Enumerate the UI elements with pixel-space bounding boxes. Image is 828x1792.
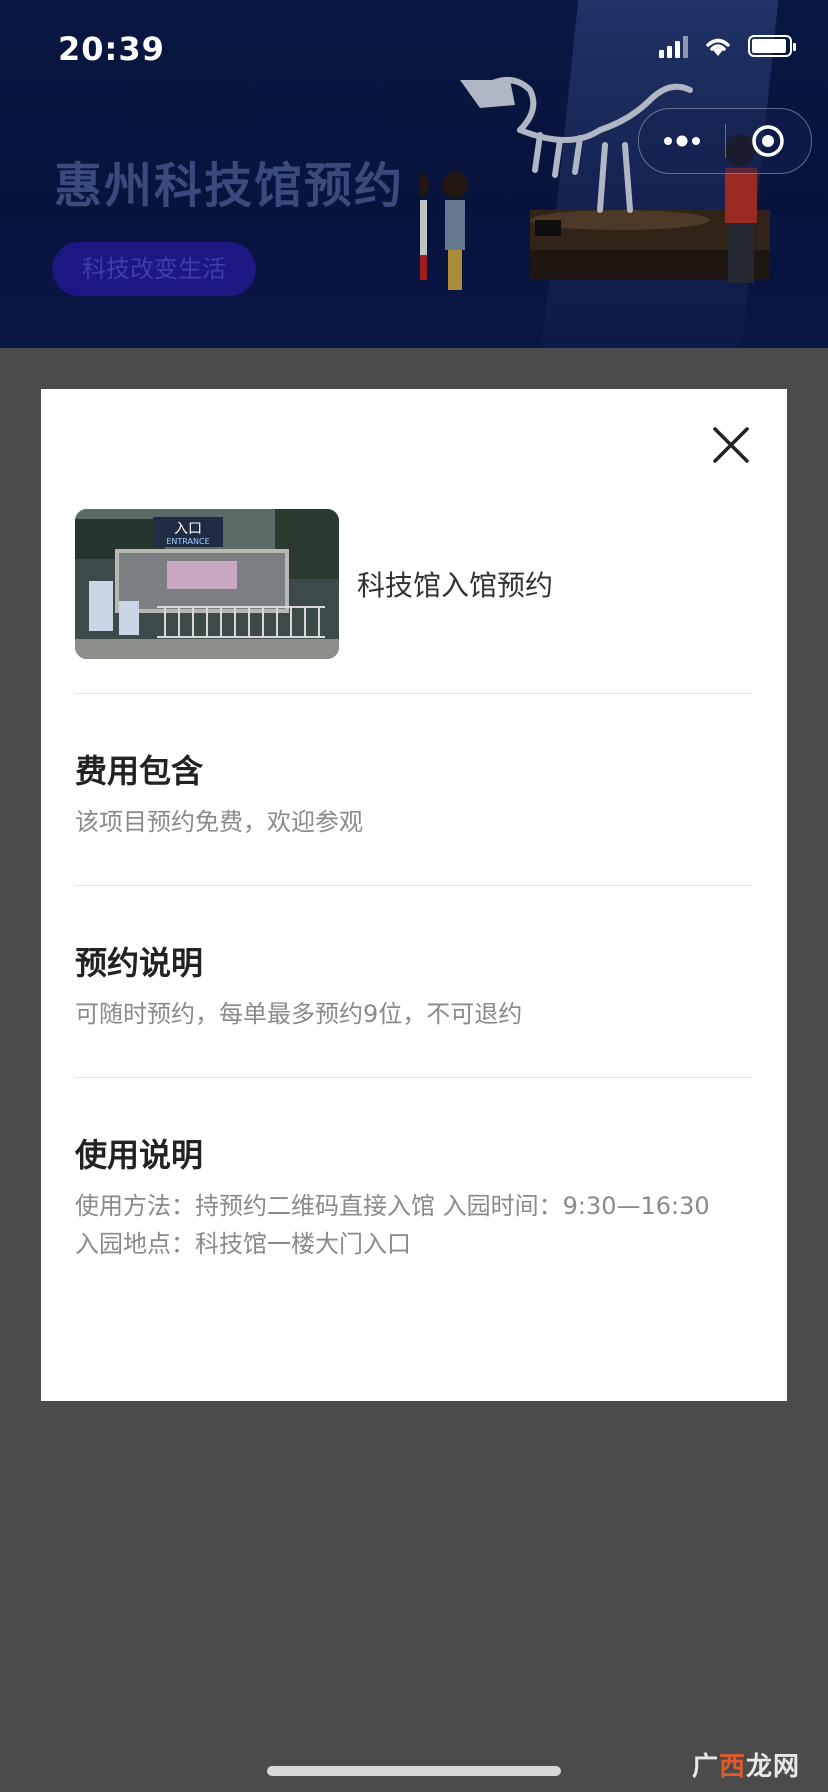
booking-detail-modal: 入口 ENTRANCE 科技馆入馆预约 费用包含 该项目预约免费，欢迎参观 预约… <box>41 389 787 1401</box>
cellular-signal-icon <box>659 34 688 58</box>
hero-banner: 20:39 惠州科技馆预约 科技改变生活 <box>0 0 828 348</box>
watermark-logo: 广西龙网 <box>692 1746 800 1783</box>
section-text-fees: 该项目预约免费，欢迎参观 <box>75 808 363 836</box>
entrance-photo: 入口 ENTRANCE <box>75 509 339 659</box>
divider <box>75 693 753 694</box>
section-title-fees: 费用包含 <box>75 752 204 790</box>
thumb-sign-en-text: ENTRANCE <box>166 537 209 546</box>
watermark-part1: 广 <box>691 1752 719 1782</box>
exit-mini-program-button[interactable] <box>726 109 810 173</box>
watermark-part2: 西 <box>718 1752 746 1782</box>
section-title-usage: 使用说明 <box>75 1136 204 1174</box>
wifi-icon <box>706 38 730 56</box>
close-icon[interactable] <box>711 425 751 465</box>
divider <box>75 885 753 886</box>
hero-tag: 科技改变生活 <box>52 242 256 296</box>
more-menu-button[interactable] <box>639 109 725 173</box>
product-name: 科技馆入馆预约 <box>357 569 554 602</box>
hero-title: 惠州科技馆预约 <box>54 158 405 214</box>
thumb-sign-text: 入口 <box>174 521 202 537</box>
divider <box>75 1077 753 1078</box>
status-icons <box>659 34 796 58</box>
more-dots-icon <box>664 135 700 147</box>
section-text-usage-line1: 使用方法：持预约二维码直接入馆 入园时间：9:30—16:30 <box>75 1192 710 1220</box>
watermark-part3: 龙网 <box>745 1752 800 1782</box>
home-indicator[interactable] <box>267 1766 561 1776</box>
product-row: 入口 ENTRANCE 科技馆入馆预约 <box>75 509 753 659</box>
section-title-booking-notes: 预约说明 <box>75 944 204 982</box>
mini-program-capsule <box>638 108 812 174</box>
section-text-booking-notes: 可随时预约，每单最多预约9位，不可退约 <box>75 1000 523 1028</box>
entrance-thumbnail: 入口 ENTRANCE <box>75 509 339 659</box>
battery-icon <box>748 35 796 57</box>
target-circle-icon <box>752 125 784 157</box>
status-time: 20:39 <box>58 30 165 68</box>
status-bar: 20:39 <box>0 0 828 100</box>
section-text-usage-line2: 入园地点：科技馆一楼大门入口 <box>75 1230 411 1258</box>
